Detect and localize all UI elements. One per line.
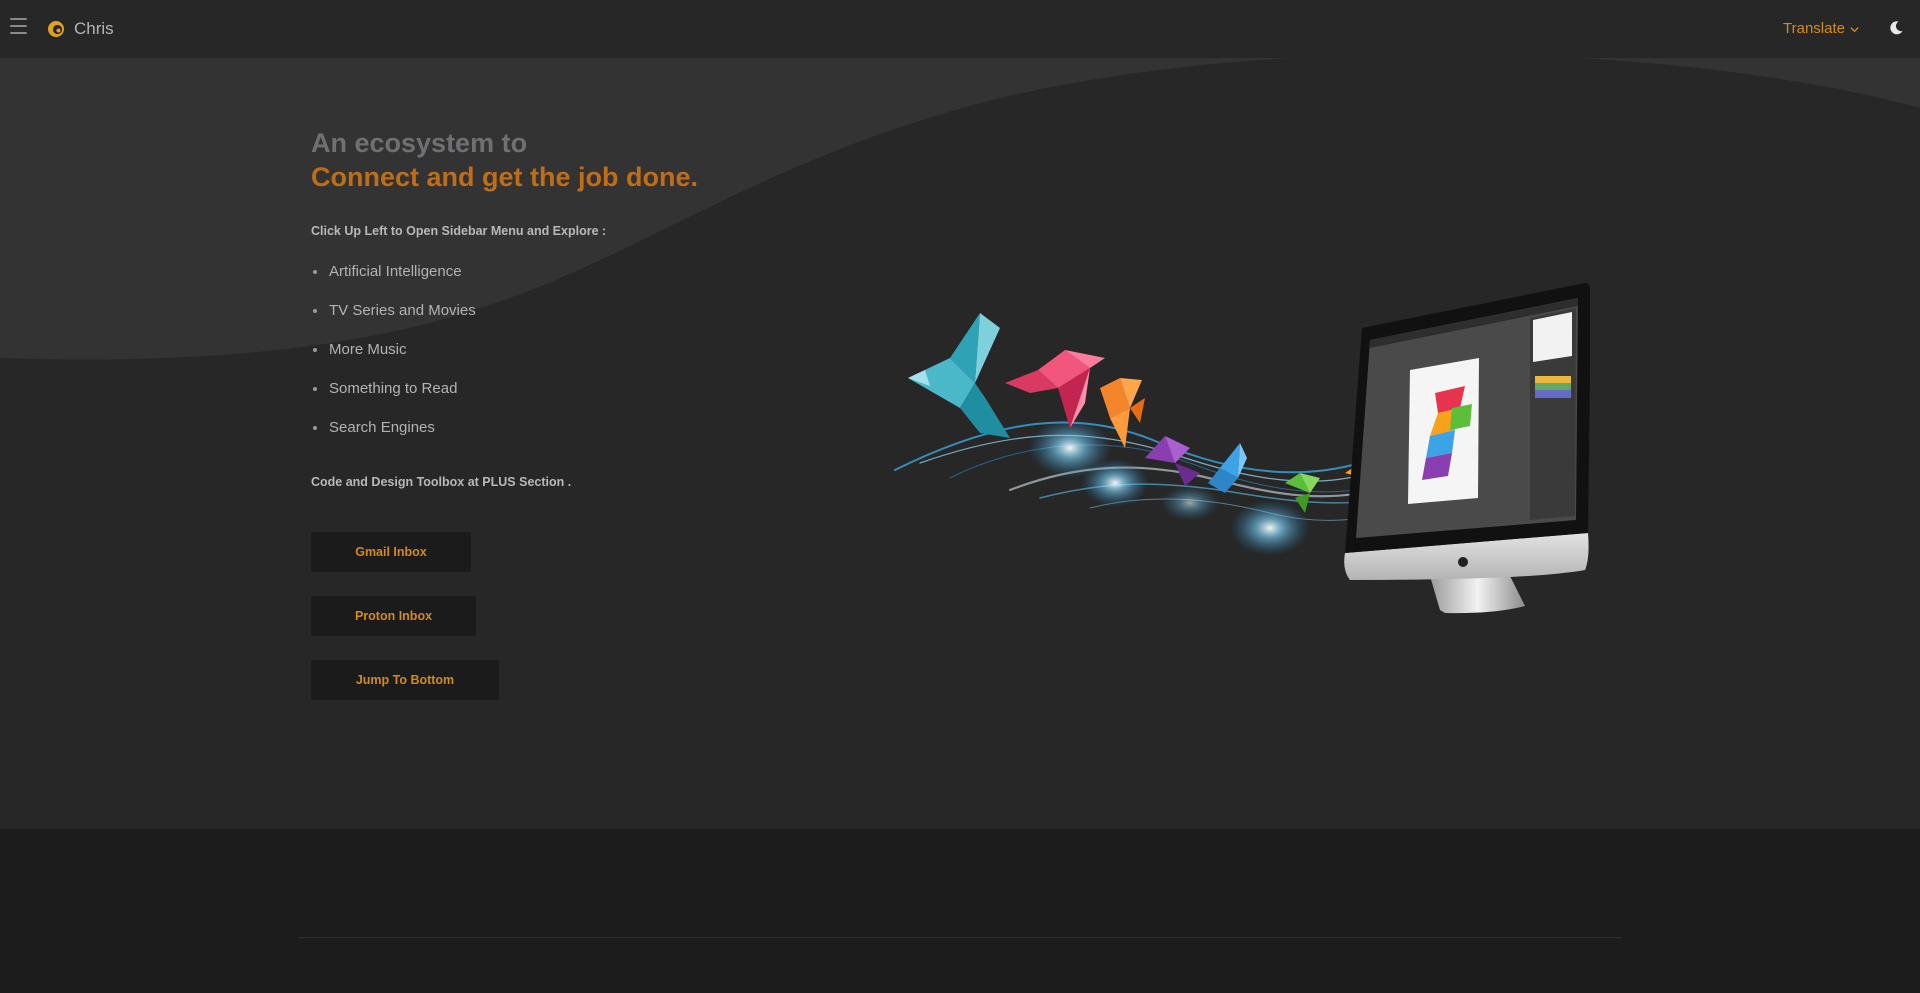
teal-bird-icon bbox=[908, 313, 1010, 438]
list-item: More Music bbox=[311, 330, 476, 369]
hamburger-menu-icon[interactable] bbox=[10, 18, 28, 38]
bullet-icon bbox=[313, 308, 317, 313]
footer-divider bbox=[298, 937, 1622, 938]
page-title: An ecosystem to Connect and get the job … bbox=[311, 126, 698, 194]
headline-line-2: Connect and get the job done. bbox=[311, 162, 698, 192]
bullet-icon bbox=[313, 425, 317, 430]
list-item: Artificial Intelligence bbox=[311, 252, 476, 291]
hero-section: An ecosystem to Connect and get the job … bbox=[0, 58, 1920, 829]
topic-label: Artificial Intelligence bbox=[329, 263, 462, 280]
topic-label: More Music bbox=[329, 341, 407, 358]
moon-icon[interactable] bbox=[1888, 20, 1904, 36]
purple-bird-icon bbox=[1145, 436, 1200, 486]
bullet-icon bbox=[313, 386, 317, 391]
topic-label: TV Series and Movies bbox=[329, 302, 476, 319]
brand-logo-icon bbox=[48, 21, 64, 37]
chevron-down-icon bbox=[1850, 26, 1859, 32]
toolbox-note: Code and Design Toolbox at PLUS Section … bbox=[311, 475, 572, 489]
imac-icon bbox=[1344, 283, 1590, 614]
list-item: Search Engines bbox=[311, 408, 476, 447]
topic-label: Something to Read bbox=[329, 380, 458, 397]
intro-text: Click Up Left to Open Sidebar Menu and E… bbox=[311, 224, 607, 238]
pink-bird-icon bbox=[1005, 350, 1105, 428]
footer bbox=[0, 829, 1920, 993]
jump-to-bottom-button[interactable]: Jump To Bottom bbox=[311, 660, 499, 700]
hero-illustration bbox=[894, 283, 1590, 614]
brand-name: Chris bbox=[74, 19, 114, 38]
topic-label: Search Engines bbox=[329, 419, 435, 436]
bullet-icon bbox=[313, 347, 317, 352]
topics-list: Artificial Intelligence TV Series and Mo… bbox=[311, 252, 476, 447]
translate-label: Translate bbox=[1783, 20, 1845, 37]
proton-inbox-button[interactable]: Proton Inbox bbox=[311, 596, 476, 636]
brand-link[interactable]: Chris bbox=[47, 18, 114, 40]
list-item: TV Series and Movies bbox=[311, 291, 476, 330]
bullet-icon bbox=[313, 269, 317, 274]
gmail-inbox-button[interactable]: Gmail Inbox bbox=[311, 532, 471, 572]
list-item: Something to Read bbox=[311, 369, 476, 408]
translate-dropdown[interactable]: Translate bbox=[1783, 19, 1860, 39]
headline-line-1: An ecosystem to bbox=[311, 128, 528, 158]
top-bar: Chris Translate bbox=[0, 0, 1920, 58]
